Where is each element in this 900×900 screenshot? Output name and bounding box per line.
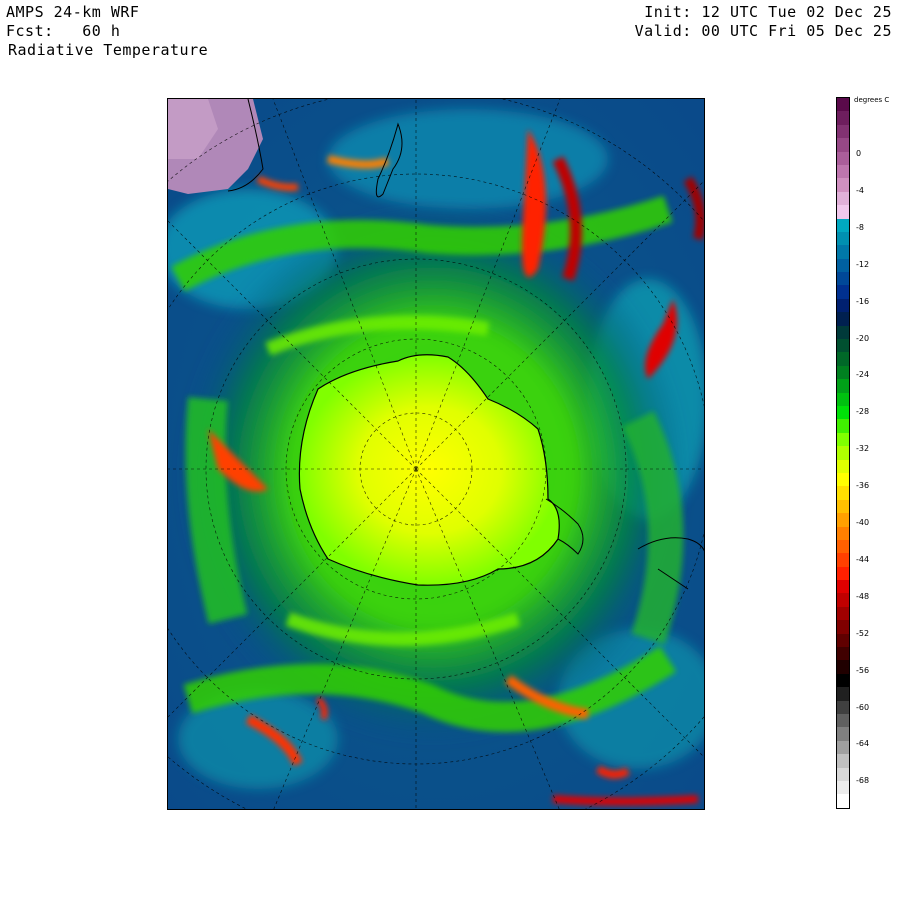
colorbar-label: -4	[856, 185, 864, 195]
colorbar-segment	[837, 258, 849, 273]
colorbar-segment	[837, 124, 849, 139]
header-left: AMPS 24-km WRF Fcst: 60 h Radiative Temper…	[6, 3, 208, 60]
colorbar-segment	[837, 98, 849, 112]
colorbar-segment	[837, 472, 849, 487]
colorbar-segment	[837, 660, 849, 674]
colorbar-label: -8	[856, 222, 864, 232]
colorbar-label: -16	[856, 296, 870, 306]
colorbar-segment	[837, 339, 849, 353]
colorbar-segment	[837, 231, 849, 246]
map-svg	[168, 99, 704, 809]
colorbar-segment	[837, 218, 849, 232]
colorbar-segment	[837, 405, 849, 420]
colorbar-segment	[837, 727, 849, 741]
colorbar-segment	[837, 620, 849, 634]
colorbar	[836, 97, 850, 809]
colorbar-segment	[837, 580, 849, 594]
map-panel	[167, 98, 705, 810]
header-right: Init: 12 UTC Tue 02 Dec 25 Valid: 00 UTC …	[635, 3, 892, 41]
colorbar-label: -36	[856, 481, 870, 491]
forecast-hour: Fcst: 60 h	[6, 22, 121, 40]
colorbar-segment	[837, 553, 849, 567]
colorbar-label: -44	[856, 554, 870, 564]
colorbar-segment	[837, 606, 849, 621]
colorbar-segment	[837, 593, 849, 607]
colorbar-units: degrees C	[854, 96, 890, 104]
colorbar-segment	[837, 419, 849, 433]
colorbar-segment	[837, 459, 849, 473]
colorbar-label: 0	[856, 149, 862, 158]
colorbar-segment	[837, 111, 849, 125]
colorbar-label: -68	[856, 776, 870, 786]
colorbar-segment	[837, 432, 849, 447]
colorbar-segment	[837, 312, 849, 326]
colorbar-label: -52	[856, 628, 870, 638]
colorbar-label: -32	[856, 444, 870, 454]
colorbar-segment	[837, 191, 849, 206]
colorbar-segment	[837, 446, 849, 460]
colorbar-segment	[837, 700, 849, 714]
colorbar-segment	[837, 245, 849, 259]
colorbar-segment	[837, 499, 849, 514]
colorbar-segment	[837, 138, 849, 152]
colorbar-segment	[837, 526, 849, 540]
colorbar-segment	[837, 325, 849, 340]
colorbar-segment	[837, 392, 849, 406]
colorbar-segment	[837, 713, 849, 728]
colorbar-label: -56	[856, 665, 870, 675]
colorbar-label: -48	[856, 591, 870, 601]
colorbar-label: -20	[856, 333, 870, 343]
field-name: Radiative Temperature	[8, 41, 209, 59]
colorbar-segment	[837, 151, 849, 165]
colorbar-segment	[837, 285, 849, 299]
colorbar-segment	[837, 352, 849, 366]
colorbar-segment	[837, 673, 849, 688]
colorbar-segment	[837, 178, 849, 192]
colorbar-label: -64	[856, 739, 870, 749]
colorbar-label: -24	[856, 370, 870, 380]
colorbar-segment	[837, 754, 849, 768]
colorbar-segment	[837, 365, 849, 380]
init-time: Init: 12 UTC Tue 02 Dec 25	[644, 3, 892, 21]
colorbar-segment	[837, 513, 849, 527]
colorbar-segment	[837, 767, 849, 781]
valid-time: Valid: 00 UTC Fri 05 Dec 25	[634, 22, 892, 40]
colorbar-segment	[837, 539, 849, 554]
colorbar-segment	[837, 740, 849, 755]
colorbar-label: -40	[856, 518, 870, 527]
colorbar-segment	[837, 780, 849, 795]
colorbar-segment	[837, 164, 849, 179]
colorbar-label: -28	[856, 407, 870, 417]
colorbar-segment	[837, 794, 849, 808]
colorbar-segment	[837, 298, 849, 313]
colorbar-segment	[837, 566, 849, 581]
colorbar-label: -12	[856, 259, 870, 269]
colorbar-segment	[837, 687, 849, 701]
colorbar-segment	[837, 633, 849, 648]
colorbar-segment	[837, 647, 849, 661]
model-title: AMPS 24-km WRF	[6, 3, 140, 21]
colorbar-segment	[837, 272, 849, 286]
colorbar-segment	[837, 205, 849, 219]
colorbar-label: -60	[856, 702, 870, 712]
colorbar-segment	[837, 486, 849, 500]
colorbar-segment	[837, 379, 849, 393]
